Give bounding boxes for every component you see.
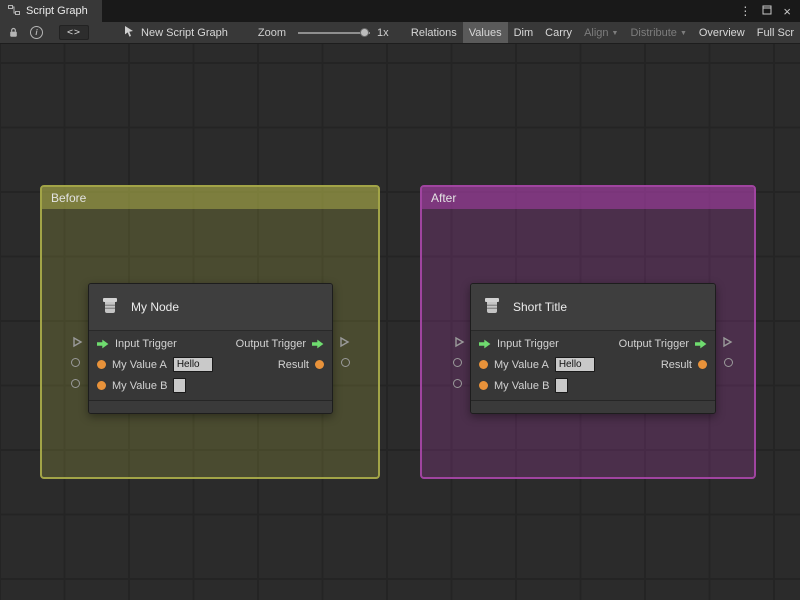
input-trigger-port-icon[interactable]: [479, 339, 491, 349]
zoom-label: Zoom: [257, 26, 286, 39]
value-b-row: My Value B: [471, 375, 715, 396]
result-connector[interactable]: [341, 358, 350, 367]
input-trigger-port-icon[interactable]: [97, 339, 109, 349]
value-b-port-icon[interactable]: [479, 381, 488, 390]
trigger-row: Input Trigger Output Trigger: [471, 333, 715, 354]
distribute-label: Distribute: [630, 26, 677, 39]
align-button[interactable]: Align ▼: [578, 22, 624, 43]
output-trigger-label: Output Trigger: [235, 337, 306, 350]
value-b-input[interactable]: [555, 378, 569, 393]
input-trigger-label: Input Trigger: [497, 337, 559, 350]
tab-title: Script Graph: [26, 5, 88, 17]
zoom-value: 1x: [376, 26, 389, 39]
graph-canvas[interactable]: Before After My Node Input Trigger Outpu…: [0, 44, 800, 600]
value-b-label: My Value B: [112, 379, 168, 392]
tab-script-graph[interactable]: Script Graph: [0, 0, 102, 22]
node-my-node[interactable]: My Node Input Trigger Output Trigger My …: [71, 283, 350, 414]
output-trigger-port-icon[interactable]: [695, 339, 707, 349]
value-b-connector[interactable]: [453, 379, 462, 388]
cursor-icon: [123, 25, 135, 40]
lock-icon[interactable]: [8, 27, 19, 38]
value-a-row: My Value A Result: [471, 354, 715, 375]
toolbar: i <> New Script Graph Zoom 1x Relations …: [0, 22, 800, 44]
output-trigger-label: Output Trigger: [618, 337, 689, 350]
output-trigger-port-icon[interactable]: [312, 339, 324, 349]
node-body[interactable]: My Node Input Trigger Output Trigger My …: [88, 283, 333, 414]
result-connector[interactable]: [724, 358, 733, 367]
group-before-header[interactable]: Before: [42, 187, 378, 209]
fullscreen-button[interactable]: Full Scr: [751, 22, 800, 43]
group-before-title: Before: [51, 191, 87, 205]
value-b-row: My Value B: [89, 375, 332, 396]
zoom-slider-handle[interactable]: [359, 27, 369, 37]
zoom-slider[interactable]: [297, 27, 370, 37]
value-a-connector[interactable]: [453, 358, 462, 367]
align-label: Align: [584, 26, 609, 39]
graph-icon: [8, 4, 20, 19]
node-footer: [471, 400, 715, 413]
input-trigger-connector[interactable]: [71, 335, 83, 353]
chevron-down-icon: ▼: [679, 30, 687, 37]
value-a-input[interactable]: [554, 357, 595, 372]
window-controls: ⋮ ×: [739, 0, 800, 22]
chevron-down-icon: ▼: [611, 30, 619, 37]
new-script-graph-label: New Script Graph: [141, 26, 228, 39]
input-trigger-label: Input Trigger: [115, 337, 177, 350]
group-after-header[interactable]: After: [422, 187, 754, 209]
node-title: Short Title: [513, 300, 568, 314]
trigger-row: Input Trigger Output Trigger: [89, 333, 332, 354]
node-icon: [482, 296, 502, 319]
input-trigger-connector[interactable]: [453, 335, 465, 353]
distribute-button[interactable]: Distribute ▼: [624, 22, 692, 43]
value-b-label: My Value B: [494, 379, 550, 392]
result-label: Result: [660, 358, 692, 371]
result-port-icon[interactable]: [315, 360, 324, 369]
maximize-icon[interactable]: [762, 2, 772, 20]
node-header[interactable]: Short Title: [471, 284, 715, 331]
value-a-row: My Value A Result: [89, 354, 332, 375]
value-a-port-icon[interactable]: [97, 360, 106, 369]
zoom-control: Zoom 1x: [258, 27, 389, 39]
value-a-input[interactable]: [172, 357, 213, 372]
value-b-port-icon[interactable]: [97, 381, 106, 390]
result-label: Result: [277, 358, 309, 371]
close-icon[interactable]: ×: [783, 5, 791, 18]
new-script-graph-button[interactable]: New Script Graph: [123, 25, 228, 40]
result-port-icon[interactable]: [698, 360, 707, 369]
carry-button[interactable]: Carry: [539, 22, 578, 43]
tab-bar: Script Graph ⋮ ×: [0, 0, 800, 22]
overview-button[interactable]: Overview: [693, 22, 751, 43]
output-trigger-connector[interactable]: [721, 335, 733, 353]
value-a-connector[interactable]: [71, 358, 80, 367]
node-title: My Node: [131, 300, 180, 314]
kebab-menu-icon[interactable]: ⋮: [739, 5, 751, 17]
code-button[interactable]: <>: [59, 25, 90, 40]
values-button[interactable]: Values: [462, 22, 508, 43]
node-footer: [89, 400, 332, 413]
group-after-title: After: [431, 191, 457, 205]
info-icon[interactable]: i: [30, 26, 43, 39]
dim-button[interactable]: Dim: [508, 22, 540, 43]
node-header[interactable]: My Node: [89, 284, 332, 331]
output-trigger-connector[interactable]: [338, 335, 350, 353]
node-short-title[interactable]: Short Title Input Trigger Output Trigger: [453, 283, 733, 414]
value-a-label: My Value A: [112, 358, 167, 371]
value-a-port-icon[interactable]: [479, 360, 488, 369]
relations-button[interactable]: Relations: [405, 22, 463, 43]
node-icon: [100, 296, 120, 319]
node-body[interactable]: Short Title Input Trigger Output Trigger: [470, 283, 716, 414]
toolbar-right-buttons: Relations Values Dim Carry Align ▼ Distr…: [405, 22, 800, 43]
value-b-connector[interactable]: [71, 379, 80, 388]
value-a-label: My Value A: [494, 358, 549, 371]
value-b-input[interactable]: [173, 378, 187, 393]
